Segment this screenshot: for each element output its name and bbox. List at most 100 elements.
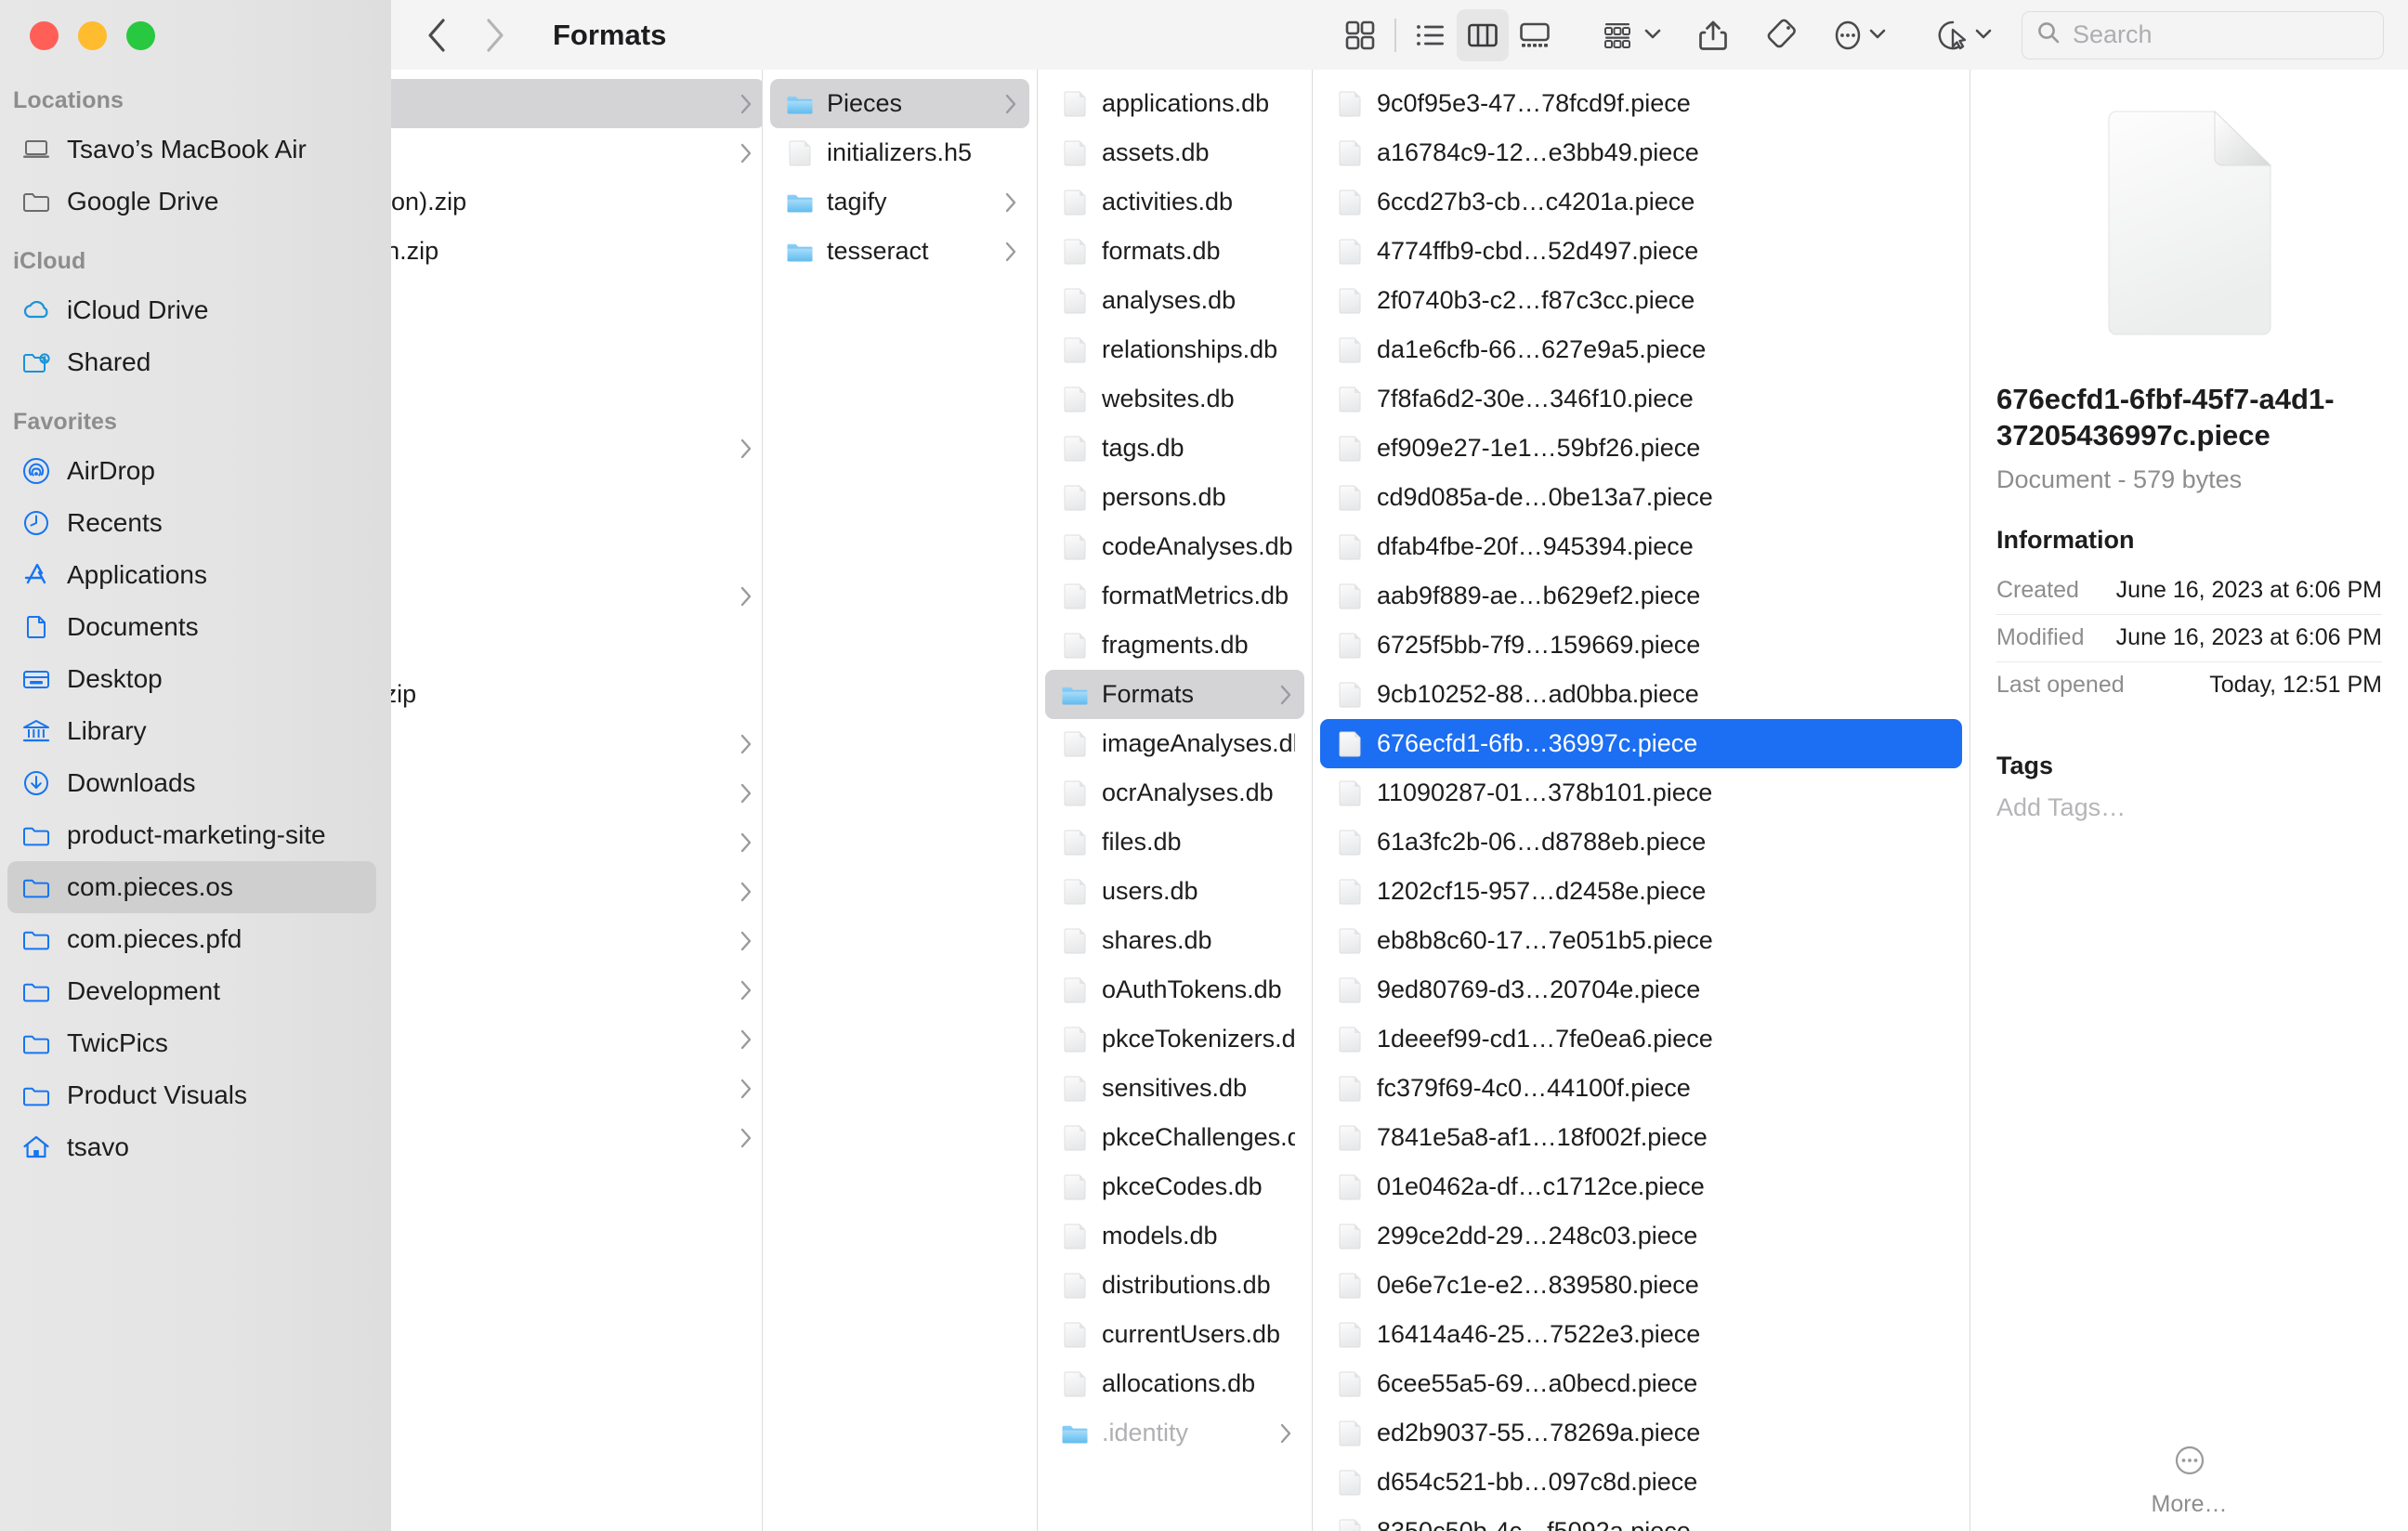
file-row[interactable]: 61a3fc2b-06…d8788eb.piece — [1320, 818, 1962, 867]
column-3[interactable]: applications.db assets.db activities.db … — [1038, 70, 1313, 1531]
add-tags-field[interactable]: Add Tags… — [1996, 793, 2382, 822]
file-row[interactable]: ed2b9037-55…78269a.piece — [1320, 1408, 1962, 1458]
file-row[interactable]: sensitives.db — [1045, 1064, 1304, 1113]
file-row[interactable]: roduction).zip — [391, 177, 763, 227]
disclosure-chevron-icon[interactable] — [737, 1077, 755, 1101]
file-row[interactable]: files.db — [1045, 818, 1304, 867]
search-field[interactable]: Search — [2022, 11, 2384, 59]
disclosure-chevron-icon[interactable] — [737, 929, 755, 953]
file-row[interactable]: activities.db — [1045, 177, 1304, 227]
file-row[interactable]: persons.db — [1045, 473, 1304, 522]
more-section[interactable]: More… — [1996, 1442, 2382, 1531]
file-row[interactable] — [391, 571, 763, 621]
sidebar-item-downloads[interactable]: Downloads — [7, 757, 376, 809]
column-1[interactable]: roduction).zip ne 12th.zip ip ip ip rchi… — [391, 70, 763, 1531]
disclosure-chevron-icon[interactable] — [1276, 1421, 1295, 1446]
disclosure-chevron-icon[interactable] — [1001, 92, 1020, 116]
file-row[interactable]: aging.zip — [391, 670, 763, 719]
file-row[interactable]: 01e0462a-df…c1712ce.piece — [1320, 1162, 1962, 1211]
file-row[interactable]: ocrAnalyses.db — [1045, 768, 1304, 818]
share-button[interactable] — [1687, 9, 1739, 61]
file-row[interactable]: dfab4fbe-20f…945394.piece — [1320, 522, 1962, 571]
file-row[interactable] — [391, 965, 763, 1014]
file-row[interactable]: pkceTokenizers.db — [1045, 1014, 1304, 1064]
disclosure-chevron-icon[interactable] — [1001, 240, 1020, 264]
more-options-button[interactable] — [1825, 9, 1895, 61]
file-row[interactable]: 6ccd27b3-cb…c4201a.piece — [1320, 177, 1962, 227]
file-row[interactable]: users.db — [1045, 867, 1304, 916]
file-row[interactable] — [391, 867, 763, 916]
column-2[interactable]: Pieces initializers.h5 tagify tesseract — [763, 70, 1038, 1531]
file-row[interactable]: .identity — [1045, 1408, 1304, 1458]
file-row[interactable] — [391, 128, 763, 177]
file-row[interactable]: d654c521-bb…097c8d.piece — [1320, 1458, 1962, 1507]
file-row[interactable]: 676ecfd1-6fb…36997c.piece — [1320, 719, 1962, 768]
file-row[interactable]: pkceChallenges.db — [1045, 1113, 1304, 1162]
file-row[interactable] — [391, 1113, 763, 1162]
file-row[interactable]: tagify — [770, 177, 1029, 227]
file-row[interactable]: on — [391, 916, 763, 965]
file-row[interactable]: shares.db — [1045, 916, 1304, 965]
action-menu-button[interactable] — [1929, 9, 2001, 61]
file-row[interactable]: 16414a46-25…7522e3.piece — [1320, 1310, 1962, 1359]
disclosure-chevron-icon[interactable] — [737, 92, 755, 116]
group-by-button[interactable] — [1594, 9, 1670, 61]
file-row[interactable]: relationships.db — [1045, 325, 1304, 374]
sidebar-item-com-pieces-os[interactable]: com.pieces.os — [7, 861, 376, 913]
disclosure-chevron-icon[interactable] — [1001, 190, 1020, 215]
disclosure-chevron-icon[interactable] — [737, 1126, 755, 1150]
sidebar-item-tsavo[interactable]: tsavo — [7, 1121, 376, 1173]
disclosure-chevron-icon[interactable] — [1276, 683, 1295, 707]
icon-view-button[interactable] — [1334, 9, 1386, 61]
file-row[interactable]: Pieces — [770, 79, 1029, 128]
tag-button[interactable] — [1756, 9, 1808, 61]
file-row[interactable]: applications.db — [1045, 79, 1304, 128]
disclosure-chevron-icon[interactable] — [737, 584, 755, 608]
file-row[interactable]: a16784c9-12…e3bb49.piece — [1320, 128, 1962, 177]
file-row[interactable]: 6725f5bb-7f9…159669.piece — [1320, 621, 1962, 670]
file-row[interactable]: eb8b8c60-17…7e051b5.piece — [1320, 916, 1962, 965]
file-row[interactable]: 9ed80769-d3…20704e.piece — [1320, 965, 1962, 1014]
sidebar-item-icloud-drive[interactable]: iCloud Drive — [7, 284, 376, 336]
file-row[interactable]: 1202cf15-957…d2458e.piece — [1320, 867, 1962, 916]
forward-button[interactable] — [469, 10, 519, 60]
disclosure-chevron-icon[interactable] — [737, 781, 755, 805]
file-row[interactable]: rchive — [391, 424, 763, 473]
file-row[interactable]: 1deeef99-cd1…7fe0ea6.piece — [1320, 1014, 1962, 1064]
file-row[interactable]: 11090287-01…378b101.piece — [1320, 768, 1962, 818]
disclosure-chevron-icon[interactable] — [737, 880, 755, 904]
sidebar-item-desktop[interactable]: Desktop — [7, 653, 376, 705]
file-row[interactable]: 299ce2dd-29…248c03.piece — [1320, 1211, 1962, 1261]
file-row[interactable]: assets.db — [1045, 128, 1304, 177]
back-button[interactable] — [412, 10, 462, 60]
file-row[interactable]: models.db — [1045, 1211, 1304, 1261]
file-row[interactable] — [391, 818, 763, 867]
file-row[interactable]: currentUsers.db — [1045, 1310, 1304, 1359]
sidebar-item-tsavo-s-macbook-air[interactable]: Tsavo’s MacBook Air — [7, 124, 376, 176]
file-row[interactable]: ip — [391, 325, 763, 374]
sidebar-item-documents[interactable]: Documents — [7, 601, 376, 653]
sidebar-item-shared[interactable]: Shared — [7, 336, 376, 388]
column-4[interactable]: 9c0f95e3-47…78fcd9f.piece a16784c9-12…e3… — [1313, 70, 1970, 1531]
list-view-button[interactable] — [1405, 9, 1457, 61]
sidebar-item-applications[interactable]: Applications — [7, 549, 376, 601]
file-row[interactable]: 9cb10252-88…ad0bba.piece — [1320, 670, 1962, 719]
file-row[interactable]: formats.db — [1045, 227, 1304, 276]
disclosure-chevron-icon[interactable] — [737, 437, 755, 461]
sidebar-item-twicpics[interactable]: TwicPics — [7, 1017, 376, 1069]
file-row[interactable] — [391, 1064, 763, 1113]
file-row[interactable]: tesseract — [770, 227, 1029, 276]
disclosure-chevron-icon[interactable] — [737, 1027, 755, 1052]
file-row[interactable]: Formats — [1045, 670, 1304, 719]
file-row[interactable] — [391, 473, 763, 522]
disclosure-chevron-icon[interactable] — [737, 732, 755, 756]
file-row[interactable]: cd9d085a-de…0be13a7.piece — [1320, 473, 1962, 522]
file-row[interactable]: ip — [391, 374, 763, 424]
minimize-window-button[interactable] — [78, 21, 107, 50]
file-row[interactable]: formatMetrics.db — [1045, 571, 1304, 621]
file-row[interactable]: imageAnalyses.db — [1045, 719, 1304, 768]
file-row[interactable]: fc379f69-4c0…44100f.piece — [1320, 1064, 1962, 1113]
zoom-window-button[interactable] — [126, 21, 155, 50]
file-row[interactable]: 7f8fa6d2-30e…346f10.piece — [1320, 374, 1962, 424]
file-row[interactable]: ne 12th.zip — [391, 227, 763, 276]
